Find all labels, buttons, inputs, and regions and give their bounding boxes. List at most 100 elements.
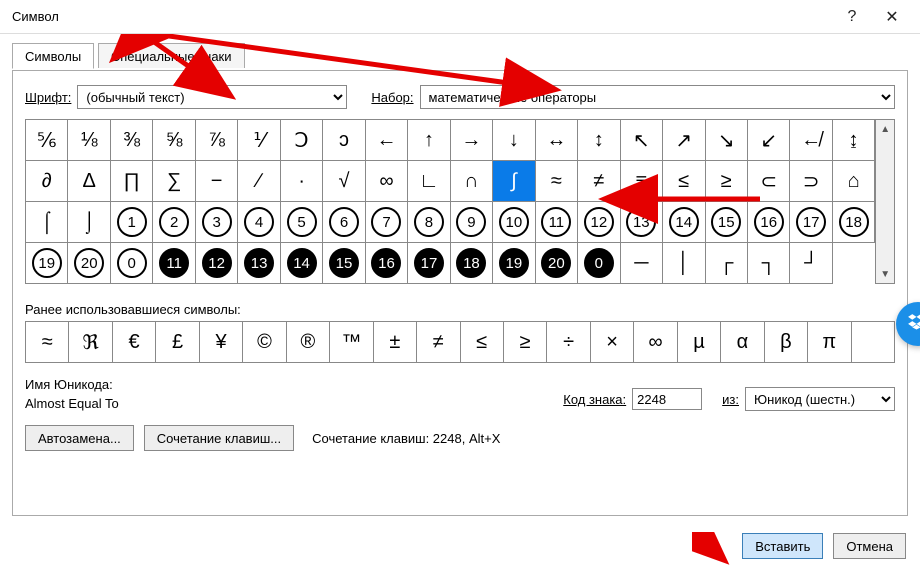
grid-scrollbar[interactable]: ▲ ▼ (875, 120, 894, 284)
tab-special[interactable]: Специальные знаки (98, 43, 245, 68)
symbol-cell[interactable]: ⊃ (790, 161, 832, 202)
recent-cell[interactable]: ≥ (504, 322, 547, 362)
symbol-cell[interactable]: 7 (366, 202, 408, 243)
symbol-cell[interactable]: 8 (408, 202, 450, 243)
symbol-cell[interactable]: ⅞ (196, 120, 238, 161)
symbol-cell[interactable]: 11 (153, 243, 195, 284)
symbol-cell[interactable]: ≠ (578, 161, 620, 202)
recent-cell[interactable]: × (591, 322, 634, 362)
recent-cell[interactable]: π (808, 322, 851, 362)
symbol-cell[interactable]: ∫ (493, 161, 535, 202)
symbol-cell[interactable]: ─ (621, 243, 663, 284)
symbol-cell[interactable]: 19 (493, 243, 535, 284)
symbol-cell[interactable]: √ (323, 161, 365, 202)
code-input[interactable] (632, 388, 702, 410)
symbol-cell[interactable]: 9 (451, 202, 493, 243)
symbol-cell[interactable]: 12 (196, 243, 238, 284)
symbol-cell[interactable]: 6 (323, 202, 365, 243)
symbol-cell[interactable]: ↔ (536, 120, 578, 161)
scroll-down-icon[interactable]: ▼ (876, 265, 894, 283)
recent-cell[interactable]: © (243, 322, 286, 362)
symbol-cell[interactable]: │ (663, 243, 705, 284)
symbol-cell[interactable]: 18 (451, 243, 493, 284)
recent-cell[interactable]: ¥ (200, 322, 243, 362)
symbol-cell[interactable]: ↙ (748, 120, 790, 161)
symbol-cell[interactable]: 4 (238, 202, 280, 243)
symbol-cell[interactable]: ↘ (706, 120, 748, 161)
recent-cell[interactable]: ® (287, 322, 330, 362)
symbol-cell[interactable]: ≈ (536, 161, 578, 202)
recent-cell[interactable]: € (113, 322, 156, 362)
symbol-cell[interactable]: 14 (281, 243, 323, 284)
symbol-cell[interactable]: 17 (408, 243, 450, 284)
symbol-cell[interactable]: 13 (621, 202, 663, 243)
cancel-button[interactable]: Отмена (833, 533, 906, 559)
recent-cell[interactable]: ≠ (417, 322, 460, 362)
symbol-cell[interactable]: 15 (323, 243, 365, 284)
recent-cell[interactable]: ÷ (547, 322, 590, 362)
symbol-cell[interactable]: 20 (536, 243, 578, 284)
symbol-cell[interactable]: ⅝ (153, 120, 195, 161)
symbol-cell[interactable]: 0 (111, 243, 153, 284)
symbol-cell[interactable]: 13 (238, 243, 280, 284)
symbol-cell[interactable]: 2 (153, 202, 195, 243)
from-select[interactable]: Юникод (шестн.) (745, 387, 895, 411)
symbol-cell[interactable]: ⌂ (833, 161, 875, 202)
symbol-cell[interactable]: ∕ (238, 161, 280, 202)
symbol-cell[interactable]: − (196, 161, 238, 202)
symbol-cell[interactable]: ∙ (281, 161, 323, 202)
symbol-cell[interactable]: ⌡ (68, 202, 110, 243)
symbol-cell[interactable]: ⌠ (26, 202, 68, 243)
symbol-cell[interactable]: ∞ (366, 161, 408, 202)
symbol-cell[interactable]: ∑ (153, 161, 195, 202)
symbol-cell[interactable]: ⅜ (111, 120, 153, 161)
symbol-cell[interactable]: ⅛ (68, 120, 110, 161)
symbol-cell[interactable]: 1 (111, 202, 153, 243)
symbol-cell[interactable]: ∏ (111, 161, 153, 202)
symbol-cell[interactable]: 16 (748, 202, 790, 243)
symbol-cell[interactable]: 17 (790, 202, 832, 243)
recent-cell[interactable]: µ (678, 322, 721, 362)
symbol-cell[interactable]: ∩ (451, 161, 493, 202)
symbol-cell[interactable]: 14 (663, 202, 705, 243)
tab-symbols[interactable]: Символы (12, 43, 94, 69)
symbol-cell[interactable]: ⅚ (26, 120, 68, 161)
symbol-cell[interactable]: ↚ (790, 120, 832, 161)
symbol-cell[interactable]: ≥ (706, 161, 748, 202)
recent-cell[interactable]: ∞ (634, 322, 677, 362)
help-button[interactable]: ? (832, 3, 872, 31)
symbol-cell[interactable]: Δ (68, 161, 110, 202)
symbol-cell[interactable]: ∂ (26, 161, 68, 202)
recent-cell[interactable]: ™ (330, 322, 373, 362)
symbol-cell[interactable]: ↓ (493, 120, 535, 161)
recent-cell[interactable]: £ (156, 322, 199, 362)
symbol-cell[interactable]: ┌ (706, 243, 748, 284)
symbol-cell[interactable]: 0 (578, 243, 620, 284)
symbol-cell[interactable]: 16 (366, 243, 408, 284)
symbol-cell[interactable]: ≤ (663, 161, 705, 202)
symbol-cell[interactable]: ⅟ (238, 120, 280, 161)
shortcut-button[interactable]: Сочетание клавиш... (144, 425, 294, 451)
autocorrect-button[interactable]: Автозамена... (25, 425, 134, 451)
recent-cell[interactable]: ≤ (461, 322, 504, 362)
symbol-cell[interactable]: 11 (536, 202, 578, 243)
recent-cell[interactable]: ± (374, 322, 417, 362)
symbol-cell[interactable]: Ↄ (281, 120, 323, 161)
symbol-cell[interactable]: 18 (833, 202, 875, 243)
symbol-cell[interactable]: ⊂ (748, 161, 790, 202)
symbol-cell[interactable]: 10 (493, 202, 535, 243)
symbol-cell[interactable]: ↑ (408, 120, 450, 161)
symbol-cell[interactable]: ↖ (621, 120, 663, 161)
symbol-cell[interactable]: ↨ (833, 120, 875, 161)
symbol-cell[interactable]: ↄ (323, 120, 365, 161)
recent-cell[interactable]: α (721, 322, 764, 362)
symbol-cell[interactable]: 12 (578, 202, 620, 243)
insert-button[interactable]: Вставить (742, 533, 823, 559)
recent-cell[interactable]: β (765, 322, 808, 362)
close-button[interactable]: ✕ (872, 3, 912, 31)
recent-cell[interactable]: ≈ (26, 322, 69, 362)
recent-cell[interactable]: ℜ (69, 322, 112, 362)
set-select[interactable]: математические операторы (420, 85, 895, 109)
font-select[interactable]: (обычный текст) (77, 85, 347, 109)
symbol-cell[interactable]: ┘ (790, 243, 832, 284)
